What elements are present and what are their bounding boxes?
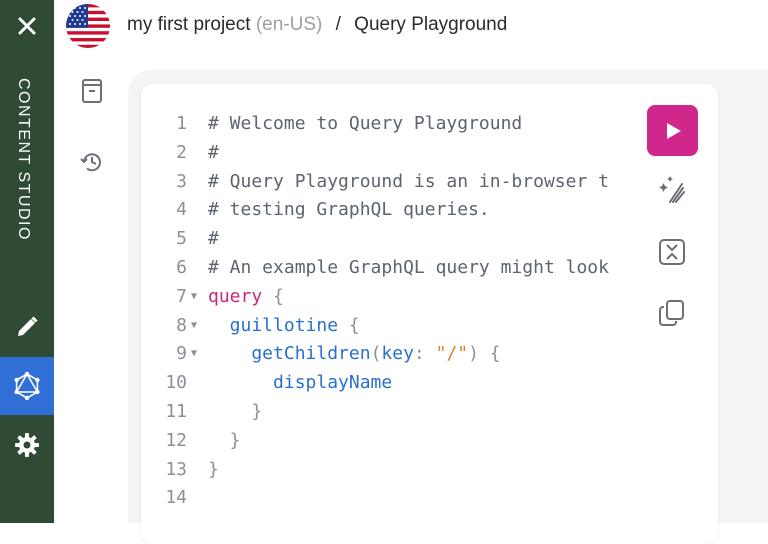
code-text: # An example GraphQL query might look [208, 254, 609, 283]
fold-toggle-icon[interactable]: ▼ [191, 312, 197, 341]
code-token: { [338, 314, 360, 336]
line-number: 11 [165, 400, 187, 422]
code-token: # Welcome to Query Playground [208, 113, 523, 134]
line-number: 13 [165, 458, 187, 480]
code-editor[interactable]: 1 # Welcome to Query Playground 2 #3 # Query… [141, 110, 631, 530]
breadcrumb-separator: / [335, 14, 341, 35]
code-line[interactable]: 10 displayName [141, 369, 631, 398]
code-line[interactable]: 9 ▼ getChildren(key: "/") { [141, 340, 631, 369]
code-line[interactable]: 7 ▼ query { [141, 283, 631, 312]
line-number: 7 [176, 285, 187, 307]
prettify-icon [659, 176, 685, 203]
history-icon [80, 153, 101, 172]
code-text: displayName [208, 369, 392, 398]
app-title: CONTENT STUDIO [15, 78, 32, 241]
run-query-button[interactable] [647, 105, 698, 156]
line-number: 3 [176, 170, 187, 192]
play-icon [666, 122, 681, 139]
code-token: getChildren [208, 343, 371, 365]
code-token: } [208, 458, 219, 480]
code-token: ( [370, 343, 382, 365]
breadcrumb: my first project (en-US) / Query Playgro… [127, 14, 507, 36]
code-text: } [208, 398, 262, 427]
line-number: 5 [176, 228, 187, 250]
document-icon [82, 79, 102, 103]
code-text: getChildren(key: "/") { [208, 340, 501, 369]
merge-fragments-button[interactable] [656, 236, 688, 268]
code-line[interactable]: 11 } [141, 398, 631, 427]
code-line[interactable]: 5 # [141, 225, 631, 254]
code-token: } [208, 400, 263, 422]
code-token: # [208, 228, 219, 250]
project-locale: (en-US) [255, 14, 323, 35]
sidebar-item-edit[interactable] [0, 298, 54, 356]
fold-toggle-icon[interactable]: ▼ [191, 283, 197, 312]
pencil-icon [18, 316, 38, 336]
project-name[interactable]: my first project [127, 14, 251, 35]
query-editor[interactable]: 1 # Welcome to Query Playground 2 #3 # Query… [141, 84, 718, 544]
code-line[interactable]: 14 [141, 484, 631, 513]
code-text: } [208, 427, 241, 456]
code-text: # Welcome to Query Playground [208, 110, 522, 139]
line-number: 12 [165, 429, 187, 451]
line-number: 10 [165, 372, 187, 394]
close-icon [18, 17, 36, 35]
code-token: # [208, 141, 219, 163]
line-number: 8 [176, 314, 187, 336]
history-button[interactable] [78, 148, 106, 176]
code-text: query { [208, 283, 284, 312]
prettify-button[interactable] [656, 174, 688, 206]
graphql-icon [14, 371, 40, 401]
code-token: guillotine [208, 314, 339, 336]
code-text: # Query Playground is an in-browser t [208, 168, 609, 197]
sidebar-item-settings[interactable] [0, 416, 54, 474]
code-token: # testing GraphQL queries. [208, 199, 490, 221]
page-title: Query Playground [354, 14, 508, 35]
line-number: 2 [176, 141, 187, 163]
top-header: my first project (en-US) / Query Playgro… [54, 0, 768, 52]
code-token: "/" [435, 343, 469, 365]
code-line[interactable]: 2 # [141, 139, 631, 168]
copy-icon [659, 300, 684, 326]
code-line[interactable]: 1 # Welcome to Query Playground [141, 110, 631, 139]
line-number: 9 [176, 343, 187, 365]
code-text: } [208, 456, 219, 485]
merge-fragments-icon [659, 239, 685, 265]
gear-icon [15, 433, 39, 457]
line-number: 4 [176, 199, 187, 221]
line-number: 6 [176, 256, 187, 278]
code-line[interactable]: 6 # An example GraphQL query might look [141, 254, 631, 283]
code-token: : [413, 343, 436, 365]
documents-button[interactable] [78, 77, 106, 105]
code-text: guillotine { [208, 312, 360, 341]
code-token: # An example GraphQL query might look [208, 256, 609, 278]
code-text: # [208, 139, 219, 168]
code-token: # Query Playground is an in-browser t [208, 170, 609, 192]
us-flag-icon[interactable] [66, 4, 110, 48]
code-token: { [262, 285, 284, 307]
code-line[interactable]: 12 } [141, 427, 631, 456]
code-token: key [381, 343, 414, 365]
line-number: 14 [165, 487, 187, 509]
code-line[interactable]: 13} [141, 456, 631, 485]
code-token: query [208, 285, 263, 307]
line-number: 1 [176, 113, 187, 134]
code-text: # [208, 225, 219, 254]
app-sidebar: CONTENT STUDIO [0, 0, 54, 523]
code-token: displayName [208, 372, 393, 394]
code-token: ) { [468, 343, 501, 365]
close-button[interactable] [0, 0, 54, 52]
code-line[interactable]: 3 # Query Playground is an in-browser t [141, 168, 631, 197]
code-text: # testing GraphQL queries. [208, 196, 490, 225]
code-token: } [208, 429, 241, 451]
copy-query-button[interactable] [656, 297, 688, 329]
fold-toggle-icon[interactable]: ▼ [191, 340, 197, 369]
code-line[interactable]: 8 ▼ guillotine { [141, 312, 631, 341]
code-line[interactable]: 4 # testing GraphQL queries. [141, 196, 631, 225]
sidebar-item-graphql[interactable] [0, 357, 54, 415]
